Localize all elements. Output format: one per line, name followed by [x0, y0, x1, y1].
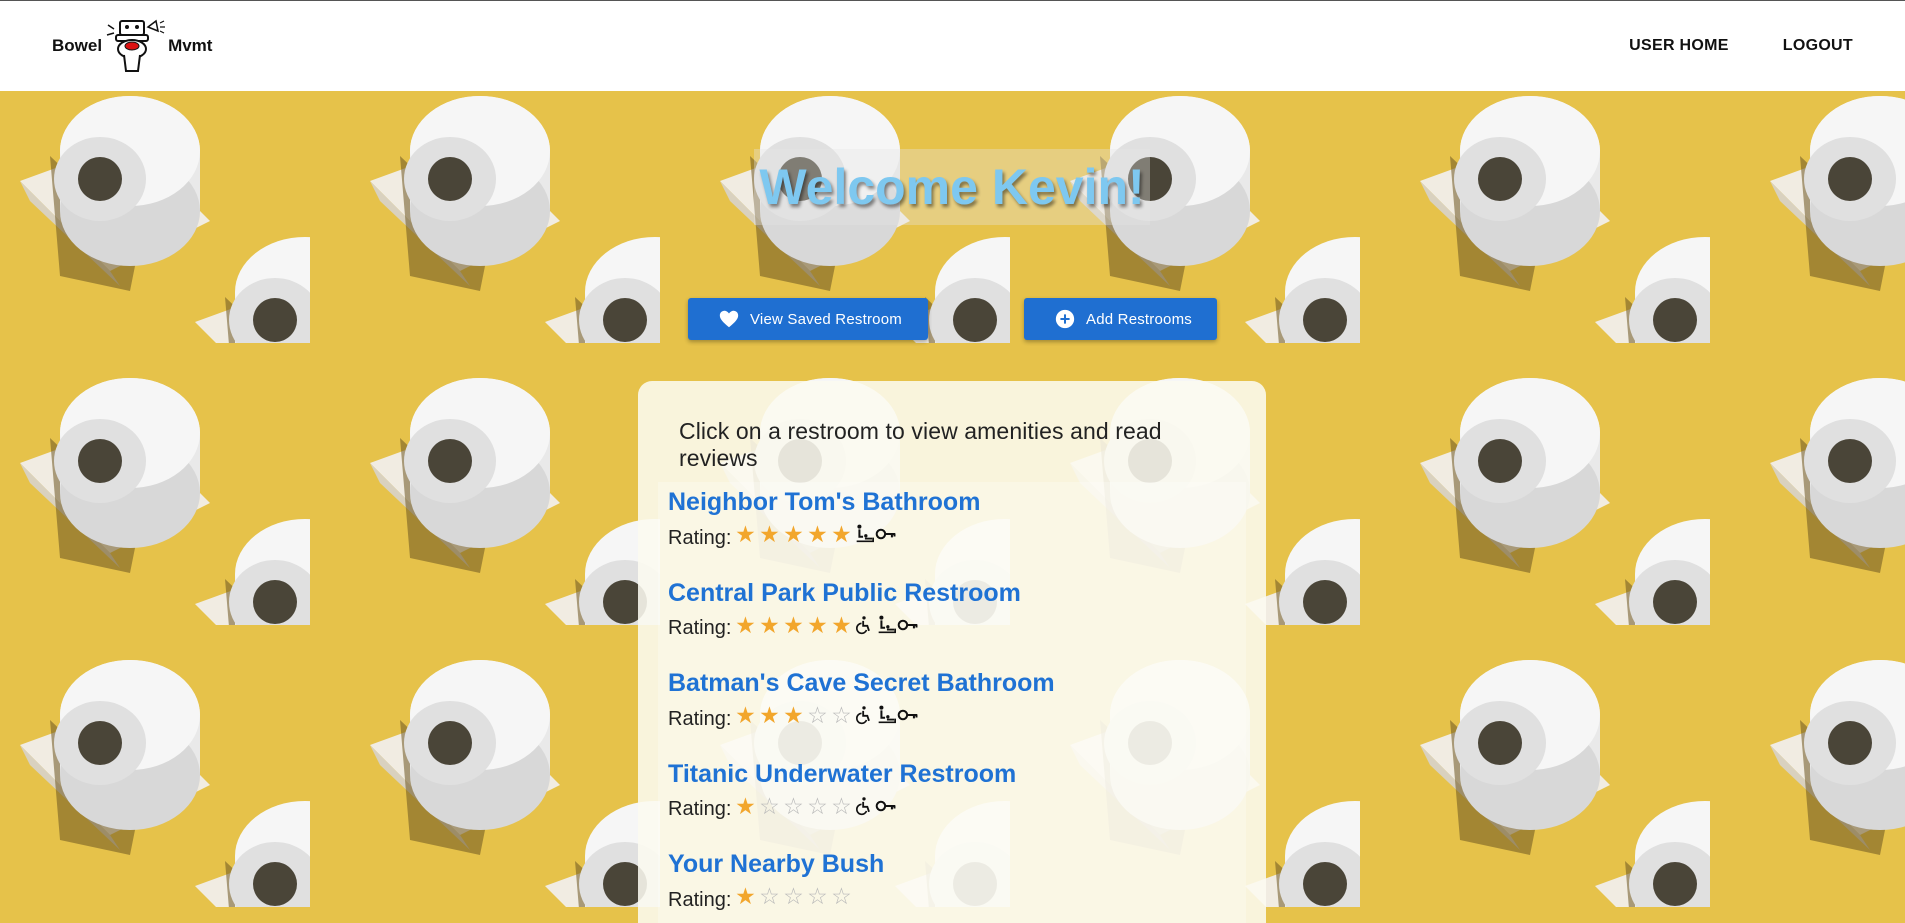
star-rating: ★ ★ ★ ☆ ☆	[733, 703, 853, 727]
star-filled-icon: ★	[831, 611, 852, 638]
baby-changing-icon	[875, 704, 897, 726]
nav-links: USER HOME LOGOUT	[1629, 37, 1853, 55]
star-empty-icon: ☆	[807, 702, 828, 728]
logo[interactable]: Bowel Mvmt	[52, 15, 212, 77]
logo-text-left: Bowel	[52, 36, 103, 55]
star-filled-icon: ★	[759, 702, 780, 728]
star-rating: ★ ☆ ☆ ☆ ☆	[733, 884, 853, 908]
rating-row: Rating: ★ ★ ★ ★ ★	[668, 610, 1246, 640]
star-filled-icon: ★	[735, 883, 756, 909]
toilet-logo-icon	[106, 19, 166, 72]
rating-label: Rating:	[668, 798, 732, 820]
rating-label: Rating:	[668, 707, 732, 730]
rating-label: Rating:	[668, 526, 732, 549]
star-filled-icon: ★	[759, 521, 780, 547]
star-rating: ★ ★ ★ ★ ★	[733, 613, 853, 637]
star-filled-icon: ★	[783, 702, 804, 728]
restroom-name-link[interactable]: Titanic Underwater Restroom	[668, 759, 1246, 789]
navbar: Bowel Mvmt USER HOME LOGOUT	[0, 1, 1905, 91]
logo-text-right: Mvmt	[168, 36, 213, 55]
restroom-name-link[interactable]: Neighbor Tom's Bathroom	[668, 487, 1246, 517]
rating-label: Rating:	[668, 888, 732, 911]
user-home-link[interactable]: USER HOME	[1629, 37, 1729, 55]
restroom-list-item[interactable]: Central Park Public Restroom Rating: ★ ★ ★ ★ ★	[668, 578, 1246, 669]
star-filled-icon: ★	[735, 521, 756, 547]
plus-circle-icon	[1054, 308, 1076, 330]
restroom-name-link[interactable]: Batman's Cave Secret Bathroom	[668, 668, 1246, 698]
star-filled-icon: ★	[735, 702, 756, 728]
restroom-list-item[interactable]: Titanic Underwater Restroom Rating: ★ ☆ ☆ ☆ ☆	[668, 759, 1246, 850]
star-empty-icon: ☆	[831, 702, 852, 728]
rating-row: Rating: ★ ☆ ☆ ☆ ☆	[668, 791, 1246, 821]
star-empty-icon: ☆	[783, 883, 804, 909]
rating-row: Rating: ★ ★ ★ ★ ★	[668, 519, 1246, 549]
star-filled-icon: ★	[735, 792, 756, 819]
key-icon	[897, 704, 919, 726]
hero-section: Welcome Kevin! View Saved Restroom Add R…	[0, 91, 1905, 923]
star-empty-icon: ☆	[759, 792, 780, 819]
restroom-name-link[interactable]: Central Park Public Restroom	[668, 578, 1246, 608]
star-empty-icon: ☆	[831, 883, 852, 909]
view-saved-restroom-button[interactable]: View Saved Restroom	[688, 298, 928, 340]
key-icon	[875, 795, 897, 817]
view-saved-restroom-label: View Saved Restroom	[750, 310, 902, 328]
star-filled-icon: ★	[831, 521, 852, 547]
baby-changing-icon	[853, 523, 875, 545]
add-restrooms-button[interactable]: Add Restrooms	[1024, 298, 1217, 340]
restroom-list-item[interactable]: Neighbor Tom's Bathroom Rating: ★ ★ ★ ★ ★	[668, 487, 1246, 578]
baby-changing-icon	[875, 614, 897, 636]
star-filled-icon: ★	[807, 521, 828, 547]
key-icon	[897, 614, 919, 636]
logout-link[interactable]: LOGOUT	[1783, 37, 1853, 55]
wheelchair-icon	[853, 614, 875, 636]
star-filled-icon: ★	[759, 611, 780, 638]
restroom-name-link[interactable]: Your Nearby Bush	[668, 849, 1246, 879]
star-empty-icon: ☆	[807, 883, 828, 909]
restroom-list-item[interactable]: Your Nearby Bush Rating: ★ ☆ ☆ ☆ ☆	[668, 849, 1246, 923]
rating-row: Rating: ★ ★ ★ ☆ ☆	[668, 700, 1246, 730]
star-filled-icon: ★	[807, 611, 828, 638]
restroom-list: Neighbor Tom's Bathroom Rating: ★ ★ ★ ★ ★ Centr…	[658, 482, 1246, 923]
star-empty-icon: ☆	[759, 883, 780, 909]
star-filled-icon: ★	[783, 611, 804, 638]
star-filled-icon: ★	[783, 521, 804, 547]
star-empty-icon: ☆	[807, 792, 828, 819]
welcome-heading: Welcome Kevin!	[759, 159, 1145, 215]
restroom-list-item[interactable]: Batman's Cave Secret Bathroom Rating: ★ ★ ★ ☆…	[668, 668, 1246, 759]
card-instructions: Click on a restroom to view amenities an…	[679, 418, 1162, 471]
restroom-list-card: Click on a restroom to view amenities an…	[638, 381, 1266, 923]
star-empty-icon: ☆	[831, 792, 852, 819]
star-rating: ★ ☆ ☆ ☆ ☆	[733, 794, 853, 818]
add-restrooms-label: Add Restrooms	[1086, 310, 1192, 328]
rating-row: Rating: ★ ☆ ☆ ☆ ☆	[668, 881, 1246, 911]
welcome-banner: Welcome Kevin!	[754, 149, 1150, 225]
rating-label: Rating:	[668, 617, 732, 639]
star-filled-icon: ★	[735, 611, 756, 638]
wheelchair-icon	[853, 795, 875, 817]
star-empty-icon: ☆	[783, 792, 804, 819]
star-rating: ★ ★ ★ ★ ★	[733, 522, 853, 546]
heart-icon	[718, 308, 740, 330]
wheelchair-icon	[853, 704, 875, 726]
key-icon	[875, 523, 897, 545]
